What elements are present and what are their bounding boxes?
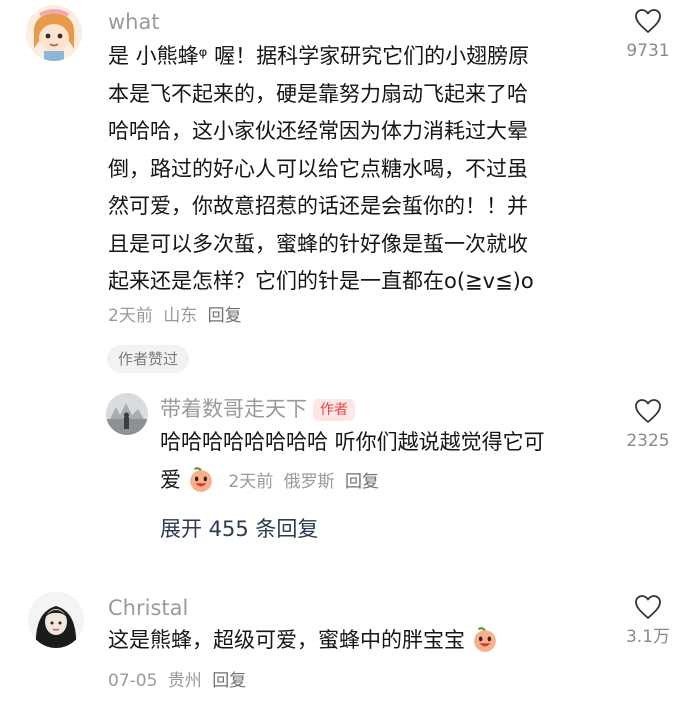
heart-outline-icon xyxy=(635,9,661,33)
grinning-peach-emoji xyxy=(189,466,212,492)
heart-outline-icon xyxy=(635,399,661,423)
comment-text-line: 然可爱，你故意招惹的话还是会蜇你的！！并 xyxy=(108,194,528,218)
comment-time: 2天前 xyxy=(108,306,153,326)
expand-replies-button[interactable]: 展开 455 条回复 xyxy=(160,516,318,542)
comment-location: 贵州 xyxy=(167,671,202,691)
like-button[interactable]: 9731 xyxy=(608,8,688,62)
reply-location: 俄罗斯 xyxy=(283,471,335,492)
comment-text-line: 这是熊蜂，超级可爱，蜜蜂中的胖宝宝 xyxy=(108,628,465,652)
reply-button[interactable]: 回复 xyxy=(212,671,246,691)
heart-outline-icon xyxy=(635,595,661,619)
reply-username-text: 带着数哥走天下 xyxy=(160,397,307,421)
reply-text-line: 哈哈哈哈哈哈哈哈 听你们越说越觉得它可 xyxy=(160,430,545,454)
reply-username[interactable]: 带着数哥走天下 作者 xyxy=(160,397,355,421)
reply-button[interactable]: 回复 xyxy=(208,306,242,326)
like-button[interactable]: 3.1万 xyxy=(608,594,688,648)
like-count: 3.1万 xyxy=(625,627,671,647)
comment-text-line: 本是飞不起来的，硬是靠努力扇动飞起来了哈 xyxy=(108,81,528,106)
reply-meta: 2天前 俄罗斯 回复 xyxy=(228,472,384,492)
comment-meta: 07-05 贵州 回复 xyxy=(108,670,251,692)
reply-time: 2天前 xyxy=(228,471,274,492)
comment-text-line: 倒，路过的好心人可以给它点糖水喝，不过虽 xyxy=(108,156,528,181)
avatar[interactable] xyxy=(106,393,148,435)
avatar[interactable] xyxy=(26,5,82,61)
comment-location: 山东 xyxy=(163,306,198,326)
comment-text-line: 哈哈哈，这小家伙还经常因为体力消耗过大晕 xyxy=(108,119,528,143)
reply-text-line-2: 爱 2天前 俄罗斯 回复 xyxy=(160,462,600,500)
comment-username[interactable]: what xyxy=(108,10,160,34)
grinning-peach-emoji xyxy=(473,627,496,652)
comment-text-line: 且是可以多次蜇，蜜蜂的针好像是蜇一次就收 xyxy=(108,231,528,256)
avatar[interactable] xyxy=(28,592,84,648)
comment-time: 07-05 xyxy=(108,671,158,691)
comment-meta: 2天前 山东 回复 xyxy=(108,305,247,327)
author-liked-badge: 作者赞过 xyxy=(107,345,190,373)
comment-text-line: 是 小熊蜂ᵠ 喔！据科学家研究它们的小翅膀原 xyxy=(108,44,530,68)
reply-text: 哈哈哈哈哈哈哈哈 听你们越说越觉得它可 爱 2天前 俄罗斯 回复 xyxy=(160,424,600,499)
like-button[interactable]: 2325 xyxy=(608,398,688,452)
comment-section: what 是 小熊蜂ᵠ 喔！据科学家研究它们的小翅膀原 本是飞不起来的，硬是靠努… xyxy=(0,0,690,702)
reply-text-line: 爱 xyxy=(160,467,181,492)
like-count: 9731 xyxy=(626,41,670,61)
comment-text: 是 小熊蜂ᵠ 喔！据科学家研究它们的小翅膀原 本是飞不起来的，硬是靠努力扇动飞起… xyxy=(108,38,608,301)
comment-text: 这是熊蜂，超级可爱，蜜蜂中的胖宝宝 xyxy=(108,622,608,660)
author-tag: 作者 xyxy=(313,399,355,421)
reply-button[interactable]: 回复 xyxy=(345,472,379,492)
like-count: 2325 xyxy=(626,431,670,451)
comment-username[interactable]: Christal xyxy=(108,596,188,620)
comment-text-line: 起来还是怎样？它们的针是一直都在o(≧v≦)o xyxy=(108,269,534,293)
